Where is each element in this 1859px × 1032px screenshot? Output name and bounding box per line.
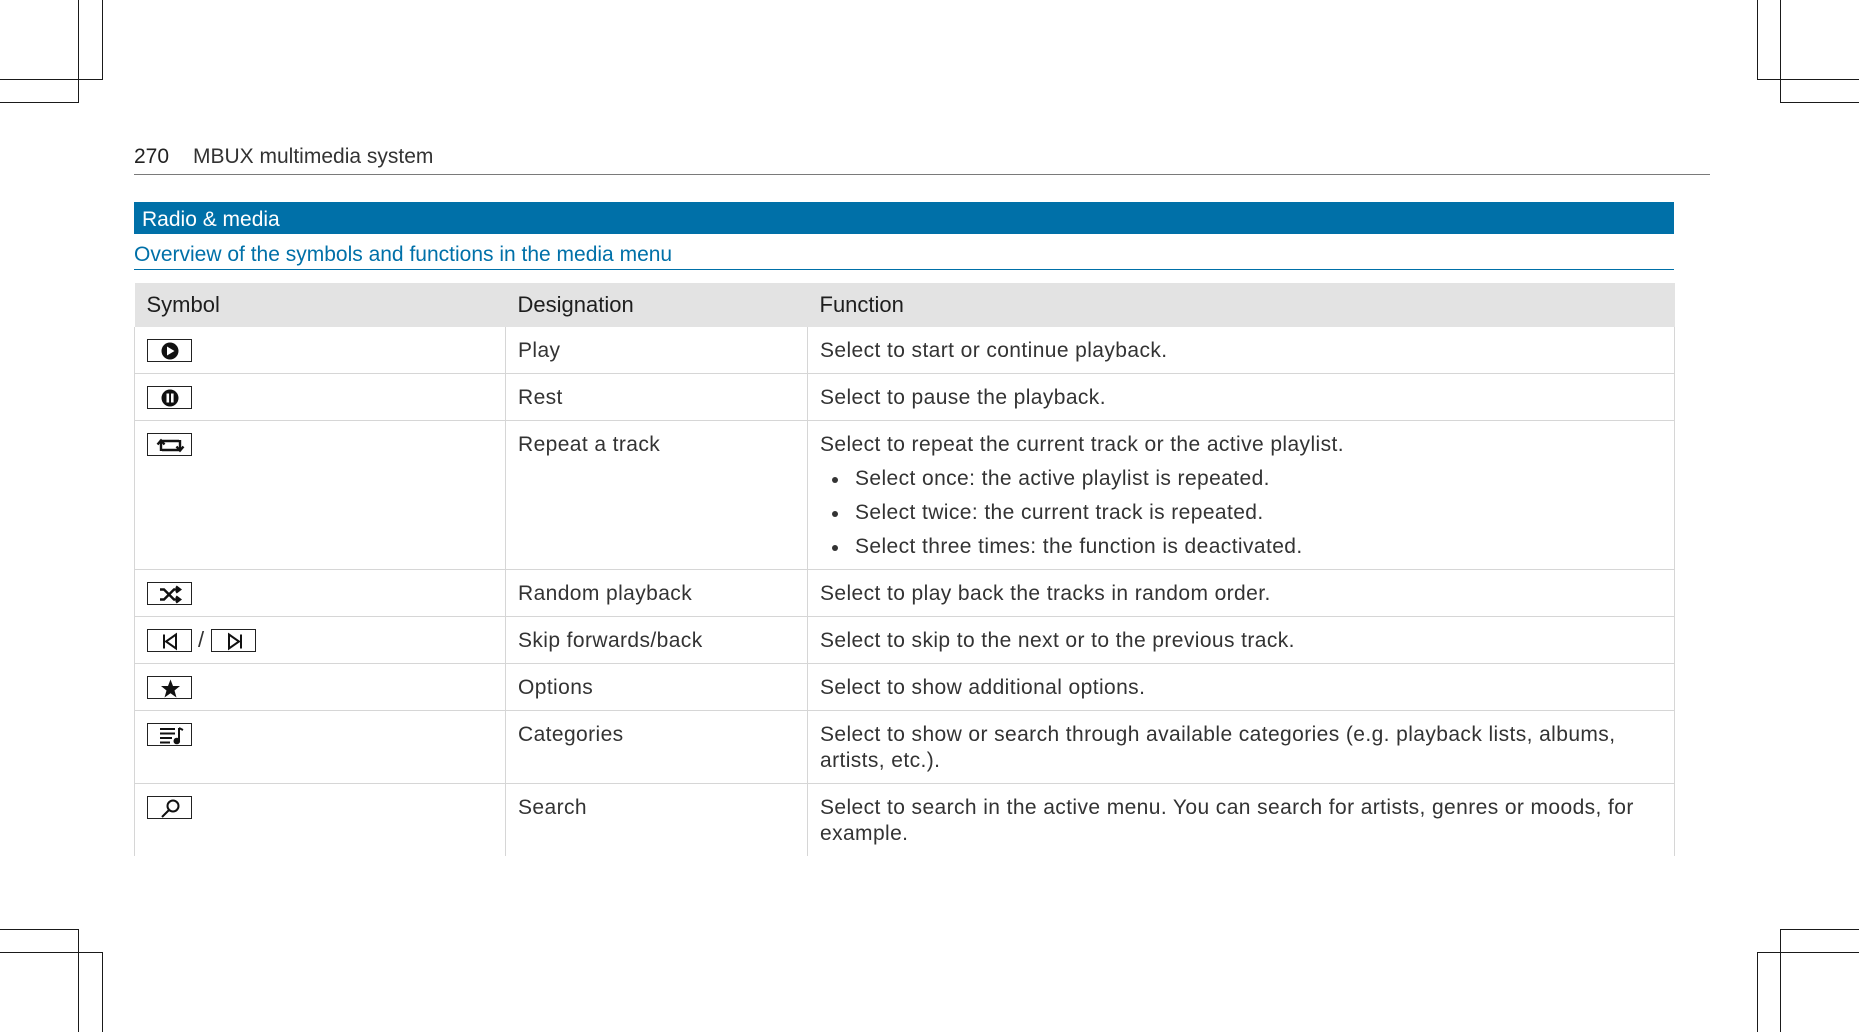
section-title-bar: Radio & media: [134, 202, 1674, 234]
crop-mark: [0, 952, 103, 953]
symbol-cell: [134, 420, 506, 570]
column-header-function: Function: [807, 283, 1675, 327]
subsection-heading: Overview of the symbols and functions in…: [134, 241, 1674, 270]
running-title: MBUX multimedia system: [193, 145, 434, 168]
table-row: Categories Select to show or search thro…: [134, 710, 1675, 784]
repeat-icon: [147, 432, 192, 456]
table-row: Search Select to search in the active me…: [134, 783, 1675, 856]
crop-mark: [1780, 102, 1859, 103]
crop-mark: [1780, 0, 1781, 103]
table-row: Rest Select to pause the playback.: [134, 373, 1675, 421]
symbol-cell: [134, 373, 506, 421]
crop-mark: [1780, 929, 1781, 1032]
table-row: Options Select to show additional option…: [134, 663, 1675, 711]
list-item: Select three times: the function is deac…: [820, 534, 1662, 560]
function-text: Select to repeat the current track or th…: [820, 433, 1344, 456]
column-header-symbol: Symbol: [134, 283, 506, 327]
symbol-cell: /: [134, 616, 506, 664]
crop-mark: [1757, 0, 1758, 80]
search-icon: [147, 795, 192, 819]
symbol-cell: [134, 327, 506, 374]
crop-mark: [102, 0, 103, 80]
star-icon: [147, 675, 192, 699]
designation-cell: Play: [505, 327, 808, 374]
table-row: / Skip forwards/back Select to skip to t…: [134, 616, 1675, 664]
page-number: 270: [134, 145, 170, 168]
symbol-cell: [134, 569, 506, 617]
skip-forward-icon: [210, 628, 256, 652]
crop-mark: [78, 0, 79, 103]
symbols-table: Symbol Designation Function Play Select …: [134, 283, 1675, 856]
section-title: Radio & media: [142, 208, 280, 231]
designation-cell: Random playback: [505, 569, 808, 617]
symbol-cell: [134, 710, 506, 784]
designation-cell: Rest: [505, 373, 808, 421]
function-cell: Select to pause the playback.: [807, 373, 1675, 421]
function-cell: Select to repeat the current track or th…: [807, 420, 1675, 570]
skip-back-icon: [147, 628, 192, 652]
pause-icon: [147, 385, 192, 409]
crop-mark: [1780, 929, 1859, 930]
crop-mark: [0, 79, 103, 80]
bullet-list: Select once: the active playlist is repe…: [820, 466, 1662, 560]
page-header: 270 MBUX multimedia system: [134, 144, 1710, 175]
function-cell: Select to skip to the next or to the pre…: [807, 616, 1675, 664]
function-cell: Select to show additional options.: [807, 663, 1675, 711]
icon-separator: /: [198, 627, 205, 653]
designation-cell: Categories: [505, 710, 808, 784]
designation-cell: Search: [505, 783, 808, 856]
symbol-cell: [134, 783, 506, 856]
crop-mark: [1757, 952, 1758, 1032]
crop-mark: [0, 102, 79, 103]
crop-mark: [0, 929, 79, 930]
crop-mark: [1757, 79, 1859, 80]
function-cell: Select to show or search through availab…: [807, 710, 1675, 784]
symbol-cell: [134, 663, 506, 711]
subsection-title: Overview of the symbols and functions in…: [134, 243, 673, 266]
list-item: Select twice: the current track is repea…: [820, 500, 1662, 526]
function-cell: Select to play back the tracks in random…: [807, 569, 1675, 617]
designation-cell: Repeat a track: [505, 420, 808, 570]
shuffle-icon: [147, 581, 192, 605]
list-item: Select once: the active playlist is repe…: [820, 466, 1662, 492]
table-row: Repeat a track Select to repeat the curr…: [134, 420, 1675, 570]
function-cell: Select to start or continue playback.: [807, 327, 1675, 374]
function-cell: Select to search in the active menu. You…: [807, 783, 1675, 856]
categories-icon: [147, 722, 192, 746]
designation-cell: Options: [505, 663, 808, 711]
play-icon: [147, 338, 192, 362]
column-header-designation: Designation: [505, 283, 808, 327]
table-header-row: Symbol Designation Function: [134, 283, 1675, 327]
table-row: Play Select to start or continue playbac…: [134, 327, 1675, 374]
crop-mark: [78, 929, 79, 1032]
designation-cell: Skip forwards/back: [505, 616, 808, 664]
table-row: Random playback Select to play back the …: [134, 569, 1675, 617]
crop-mark: [1757, 952, 1859, 953]
crop-mark: [102, 952, 103, 1032]
